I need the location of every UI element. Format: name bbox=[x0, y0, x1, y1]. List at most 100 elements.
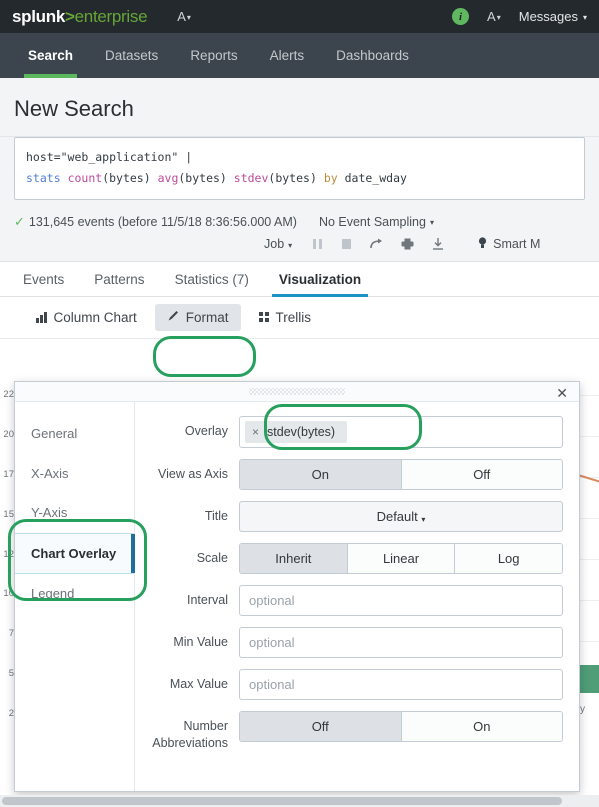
sidebar-item-y-axis[interactable]: Y-Axis bbox=[15, 493, 134, 533]
query-token-stdev-arg: (bytes) bbox=[268, 171, 317, 186]
view-as-axis-option-off[interactable]: Off bbox=[401, 460, 562, 489]
chevron-down-icon: ▾ bbox=[186, 13, 191, 22]
nav-item-dashboards[interactable]: Dashboards bbox=[320, 33, 425, 78]
interval-input[interactable] bbox=[239, 585, 563, 616]
trellis-label: Trellis bbox=[275, 309, 312, 325]
view-as-axis-option-on[interactable]: On bbox=[240, 460, 402, 489]
drag-handle-icon[interactable] bbox=[249, 388, 345, 395]
sidebar-item-general[interactable]: General bbox=[15, 414, 134, 454]
messages-menu[interactable]: Messages ▾ bbox=[519, 9, 587, 24]
visualization-toolbar: Column Chart Format Trellis bbox=[0, 296, 599, 339]
job-toolbar-row: Job ▾ Smart M bbox=[0, 231, 599, 262]
form-row-view-as-axis: View as Axis On Off bbox=[143, 459, 563, 490]
events-count-text: 131,645 events (before 11/5/18 8:36:56.0… bbox=[28, 214, 297, 229]
number-abbreviations-option-on[interactable]: On bbox=[401, 712, 562, 741]
remove-chip-icon[interactable]: × bbox=[252, 425, 259, 439]
share-icon[interactable] bbox=[370, 238, 383, 250]
tab-visualization[interactable]: Visualization bbox=[264, 262, 376, 297]
close-icon[interactable]: ✕ bbox=[553, 384, 571, 402]
y-tick-0: 22 bbox=[3, 389, 14, 400]
nav-item-alerts[interactable]: Alerts bbox=[254, 33, 321, 78]
logo-primary-text: splunk bbox=[12, 6, 65, 26]
y-tick-4: 12 bbox=[3, 548, 14, 560]
chevron-down-icon-title: ▾ bbox=[421, 515, 426, 524]
form-row-scale: Scale Inherit Linear Log bbox=[143, 543, 563, 574]
min-value-input[interactable] bbox=[239, 627, 563, 658]
tab-events[interactable]: Events bbox=[8, 262, 79, 296]
query-token-avg: avg bbox=[157, 171, 179, 186]
tab-statistics[interactable]: Statistics (7) bbox=[160, 262, 264, 296]
number-abbreviations-option-off[interactable]: Off bbox=[240, 712, 402, 741]
format-label: Format bbox=[185, 309, 229, 325]
scrollbar-thumb[interactable] bbox=[2, 797, 562, 805]
scale-toggle: Inherit Linear Log bbox=[239, 543, 563, 574]
info-icon[interactable]: i bbox=[452, 8, 470, 25]
result-tabs: Events Patterns Statistics (7) Visualiza… bbox=[0, 261, 599, 297]
sidebar-item-chart-overlay[interactable]: Chart Overlay bbox=[15, 532, 135, 575]
scale-option-inherit[interactable]: Inherit bbox=[240, 544, 348, 573]
overlay-label: Overlay bbox=[184, 424, 228, 438]
y-tick-3: 15 bbox=[3, 508, 14, 520]
nav-item-reports[interactable]: Reports bbox=[174, 33, 253, 78]
check-icon: ✓ bbox=[14, 213, 25, 229]
sidebar-item-legend[interactable]: Legend bbox=[15, 574, 134, 614]
y-tick-2: 17 bbox=[3, 468, 14, 480]
pencil-icon bbox=[167, 310, 179, 325]
form-row-max-value: Max Value bbox=[143, 669, 563, 700]
query-token-host: host="web_application" | bbox=[26, 150, 193, 164]
event-sampling-label: No Event Sampling bbox=[318, 214, 426, 229]
chart-y-axis-labels: 22 20 17 15 12 10 7 5 2 bbox=[0, 389, 14, 719]
max-value-label: Max Value bbox=[169, 677, 228, 691]
settings-activity-icon[interactable]: A ▾ bbox=[487, 9, 501, 24]
format-button[interactable]: Format bbox=[154, 303, 241, 331]
events-summary-row: ✓ 131,645 events (before 11/5/18 8:36:56.… bbox=[0, 209, 599, 232]
title-label: Title bbox=[204, 509, 228, 523]
overlay-chip[interactable]: × stdev(bytes) bbox=[245, 421, 348, 443]
event-sampling-dropdown[interactable]: No Event Sampling ▾ bbox=[319, 215, 434, 229]
nav-item-search[interactable]: Search bbox=[12, 33, 89, 78]
y-tick-1: 20 bbox=[3, 428, 14, 440]
number-abbreviations-label-line2: Abbreviations bbox=[152, 735, 228, 750]
job-menu-button[interactable]: Job ▾ bbox=[264, 237, 292, 251]
search-bar-wrapper: host="web_application" | stats count (byt… bbox=[0, 137, 599, 210]
trellis-button[interactable]: Trellis bbox=[247, 304, 324, 331]
events-count-group: ✓ 131,645 events (before 11/5/18 8:36:56.… bbox=[14, 214, 297, 230]
splunk-logo[interactable]: splunk>enterprise bbox=[12, 6, 148, 27]
download-icon[interactable] bbox=[432, 238, 444, 250]
overlay-chip-label: stdev(bytes) bbox=[267, 425, 336, 439]
print-icon[interactable] bbox=[401, 238, 414, 250]
query-token-count: count bbox=[67, 171, 103, 186]
scale-option-linear[interactable]: Linear bbox=[347, 544, 456, 573]
nav-item-datasets[interactable]: Datasets bbox=[89, 33, 174, 78]
modal-body: General X-Axis Y-Axis Chart Overlay Lege… bbox=[15, 402, 579, 791]
query-token-stats: stats bbox=[26, 171, 61, 186]
sidebar-item-x-axis[interactable]: X-Axis bbox=[15, 454, 134, 494]
horizontal-scrollbar[interactable] bbox=[0, 795, 599, 807]
activity-icon[interactable]: A ▾ bbox=[177, 9, 191, 24]
title-dropdown-value: Default bbox=[376, 509, 418, 524]
trellis-grid-icon bbox=[258, 312, 269, 323]
scale-option-log[interactable]: Log bbox=[455, 544, 562, 573]
chevron-down-icon-2: ▾ bbox=[496, 13, 501, 22]
modal-form: Overlay × stdev(bytes) View as Axis On O… bbox=[135, 402, 579, 791]
page-title: New Search bbox=[14, 96, 134, 121]
number-abbreviations-label-line1: Number bbox=[183, 719, 228, 733]
chevron-down-icon-job: ▾ bbox=[288, 240, 293, 250]
messages-label: Messages bbox=[518, 9, 578, 24]
chart-type-button[interactable]: Column Chart bbox=[24, 304, 149, 331]
chevron-down-icon-sampling: ▾ bbox=[429, 218, 434, 228]
job-action-icons bbox=[312, 238, 444, 250]
overlay-field[interactable]: × stdev(bytes) bbox=[239, 416, 563, 448]
modal-header: ✕ bbox=[15, 382, 579, 402]
form-row-title: Title Default ▾ bbox=[143, 501, 563, 532]
top-bar: splunk>enterprise A ▾ i A ▾ Messages ▾ bbox=[0, 0, 599, 33]
chart-column-bar bbox=[578, 665, 599, 693]
pause-icon[interactable] bbox=[312, 238, 323, 250]
logo-secondary-text: enterprise bbox=[74, 6, 148, 26]
title-dropdown[interactable]: Default ▾ bbox=[239, 501, 563, 532]
search-input[interactable]: host="web_application" | stats count (byt… bbox=[14, 137, 585, 200]
max-value-input[interactable] bbox=[239, 669, 563, 700]
tab-patterns[interactable]: Patterns bbox=[79, 262, 159, 296]
search-mode-selector[interactable]: Smart M bbox=[478, 236, 540, 252]
stop-icon[interactable] bbox=[341, 238, 352, 250]
